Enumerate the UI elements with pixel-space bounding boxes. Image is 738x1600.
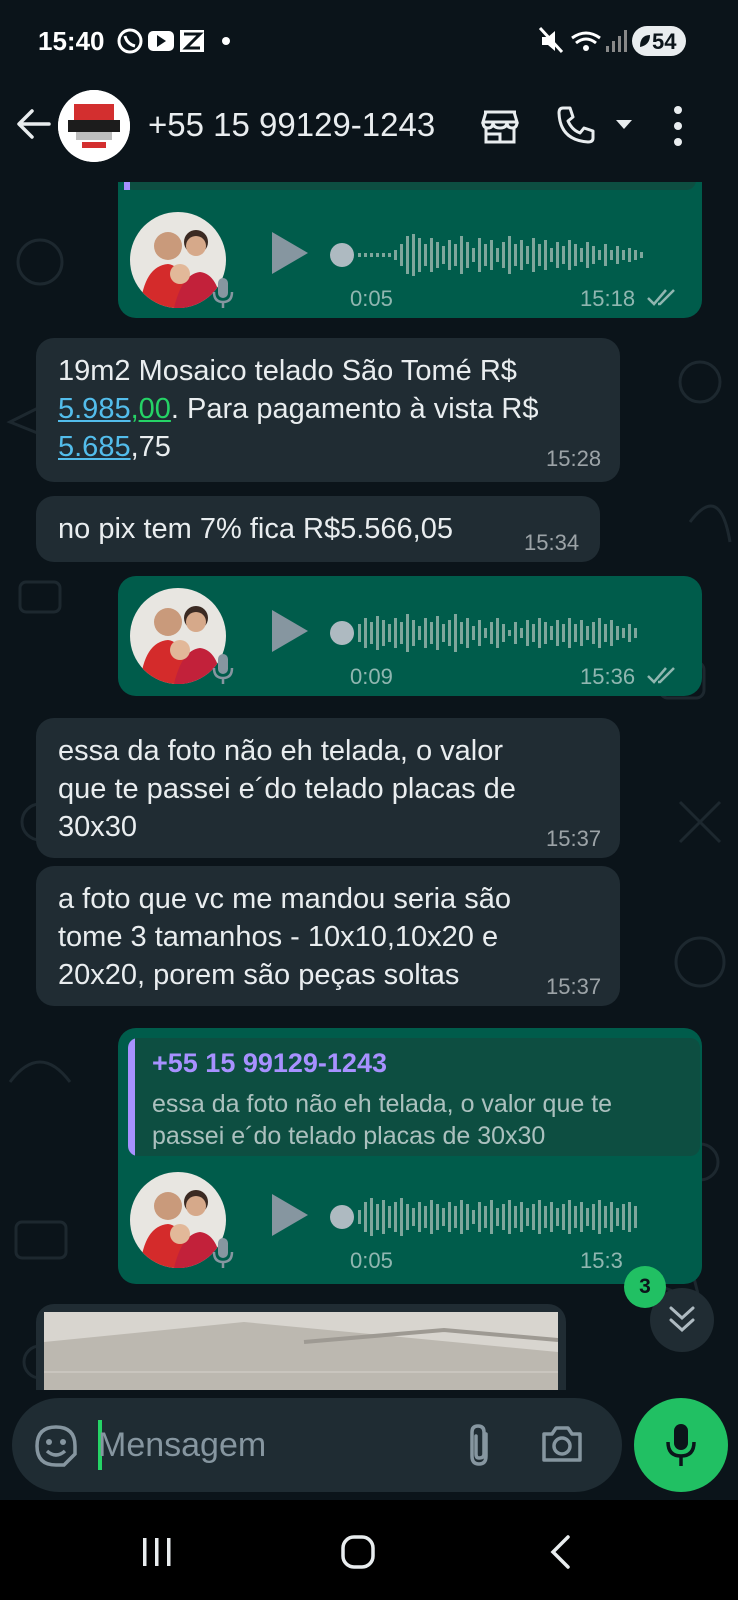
- double-check-icon: [647, 289, 675, 306]
- voice-duration: 0:05: [350, 1248, 393, 1273]
- quote-line: essa da foto não eh telada, o valor que …: [152, 1090, 613, 1118]
- unread-count-badge[interactable]: 3: [624, 1266, 666, 1308]
- emoji-icon[interactable]: [34, 1424, 78, 1468]
- double-check-icon: [647, 667, 675, 684]
- price-link[interactable]: 5.685: [58, 431, 131, 463]
- store-icon[interactable]: [480, 106, 520, 146]
- waveform[interactable]: [328, 608, 668, 658]
- voice-record-button[interactable]: [634, 1398, 728, 1492]
- message-text-fragment: . Para pagamento à vista R$: [170, 393, 539, 425]
- message-line: 5.985,00. Para pagamento à vista R$: [58, 390, 538, 428]
- play-icon[interactable]: [270, 1192, 310, 1238]
- message-line: 5.685,75: [58, 428, 171, 466]
- message-time: 15:34: [524, 530, 580, 555]
- voice-duration: 0:05: [350, 286, 393, 311]
- message-time: 15:28: [546, 446, 602, 471]
- mic-icon: [212, 278, 234, 308]
- message-time: 15:3: [580, 1248, 623, 1273]
- voice-reply-outgoing[interactable]: +55 15 99129-1243 essa da foto não eh te…: [118, 1028, 702, 1284]
- double-chevron-down-icon: [669, 1306, 695, 1333]
- mic-icon: [212, 654, 234, 684]
- back-arrow-icon[interactable]: [16, 106, 52, 142]
- message-line: a foto que vc me mandou seria são: [58, 883, 511, 915]
- message-time: 15:18: [580, 286, 636, 311]
- price-link-cents[interactable]: 00: [139, 393, 171, 425]
- message-text-fragment: ,75: [130, 431, 171, 463]
- play-icon[interactable]: [270, 608, 310, 654]
- business-logo: [58, 90, 130, 162]
- message-time: 15:37: [546, 974, 602, 999]
- message-line: 19m2 Mosaico telado São Tomé R$: [58, 355, 517, 387]
- reply-preview-bar: [124, 182, 130, 190]
- mic-icon: [212, 1238, 234, 1268]
- home-icon[interactable]: [340, 1534, 376, 1570]
- price-link[interactable]: 5.985: [58, 393, 131, 425]
- quote-line: passei e´do telado placas de 30x30: [152, 1122, 546, 1150]
- status-bar: 15:40 54: [0, 0, 738, 82]
- waveform[interactable]: [328, 1192, 668, 1242]
- play-icon[interactable]: [270, 230, 310, 276]
- photo-preview[interactable]: [44, 1312, 558, 1390]
- battery-saver-icon: [640, 35, 650, 47]
- message-composer: [12, 1398, 622, 1492]
- message-input[interactable]: [98, 1418, 438, 1472]
- message-time: 15:36: [580, 664, 636, 689]
- attach-icon[interactable]: [464, 1422, 494, 1468]
- recent-apps-icon[interactable]: [140, 1536, 174, 1568]
- chat-header: +55 15 99129-1243: [0, 82, 738, 182]
- system-navigation-bar: [0, 1500, 738, 1600]
- quoted-message[interactable]: +55 15 99129-1243 essa da foto não eh te…: [128, 1038, 700, 1156]
- contact-name[interactable]: +55 15 99129-1243: [148, 106, 435, 144]
- notification-icons: [117, 28, 230, 54]
- message-time: 15:37: [546, 826, 602, 851]
- more-vertical-icon[interactable]: [668, 104, 688, 148]
- voice-message-outgoing[interactable]: 0:09 15:36: [118, 576, 702, 696]
- waveform[interactable]: [328, 230, 668, 280]
- message-line: 20x20, porem são peças soltas: [58, 959, 460, 991]
- chat-area[interactable]: 0:05 15:18 19m2 Mosaico telado São Tomé …: [0, 182, 738, 1390]
- voice-duration: 0:09: [350, 664, 393, 689]
- reply-preview-fragment: [124, 182, 696, 190]
- status-time: 15:40: [38, 26, 105, 56]
- text-message-incoming[interactable]: a foto que vc me mandou seria são tome 3…: [36, 866, 620, 1006]
- system-status-icons: [538, 26, 627, 54]
- text-message-incoming[interactable]: essa da foto não eh telada, o valor que …: [36, 718, 620, 858]
- voice-message-outgoing[interactable]: 0:05 15:18: [118, 182, 702, 318]
- camera-icon[interactable]: [540, 1424, 584, 1464]
- phone-icon[interactable]: [555, 104, 597, 146]
- contact-avatar[interactable]: [58, 90, 130, 162]
- message-line: no pix tem 7% fica R$5.566,05: [58, 513, 453, 545]
- quote-text: essa da foto não eh telada, o valor que …: [152, 1088, 612, 1152]
- message-line: 30x30: [58, 811, 138, 843]
- battery-level: 54: [652, 29, 677, 54]
- mic-icon: [666, 1424, 696, 1466]
- chevron-down-icon[interactable]: [614, 118, 634, 132]
- quote-sender: +55 15 99129-1243: [152, 1048, 387, 1078]
- battery-indicator: 54: [632, 26, 686, 56]
- message-line: que te passei e´do telado placas de: [58, 773, 516, 805]
- text-message-incoming[interactable]: no pix tem 7% fica R$5.566,05 15:34: [36, 496, 600, 562]
- message-line: essa da foto não eh telada, o valor: [58, 735, 503, 767]
- system-back-icon[interactable]: [548, 1534, 572, 1570]
- text-message-incoming[interactable]: 19m2 Mosaico telado São Tomé R$ 5.985,00…: [36, 338, 620, 482]
- image-message-incoming[interactable]: [36, 1304, 566, 1390]
- message-line: tome 3 tamanhos - 10x10,10x20 e: [58, 921, 499, 953]
- price-link-separator[interactable]: ,: [131, 393, 139, 425]
- quote-accent-bar: [128, 1038, 135, 1156]
